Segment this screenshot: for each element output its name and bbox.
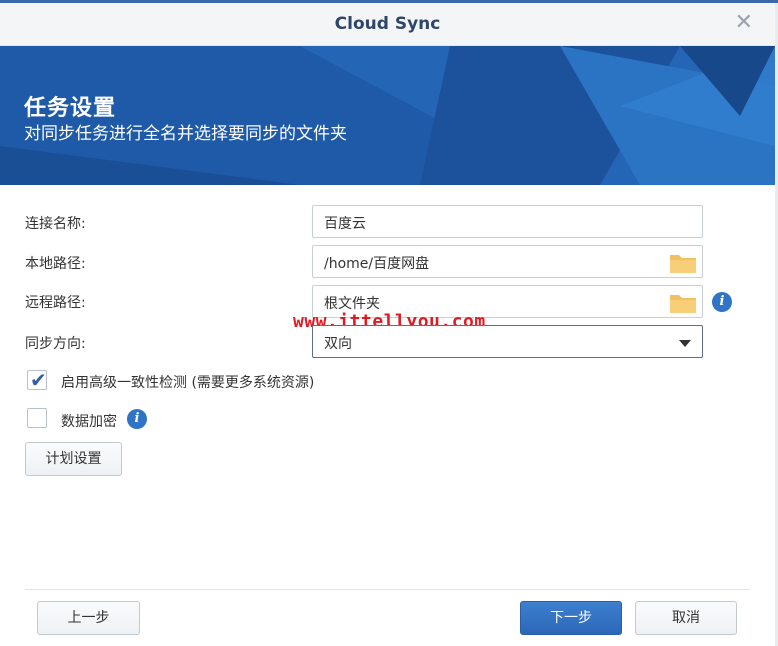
folder-icon[interactable] (669, 252, 697, 274)
window-title: Cloud Sync (334, 14, 441, 34)
connection-name-field[interactable]: 百度云 (312, 205, 703, 238)
local-path-label: 本地路径: (25, 256, 86, 272)
folder-icon[interactable] (669, 292, 697, 314)
sync-direction-select[interactable]: 双向 (312, 325, 703, 358)
encryption-info-icon[interactable]: i (127, 409, 147, 429)
data-encryption-label: 数据加密 (61, 414, 117, 430)
previous-button[interactable]: 上一步 (37, 601, 140, 635)
remote-path-label: 远程路径: (25, 295, 86, 311)
title-bar: Cloud Sync ✕ (0, 3, 775, 46)
remote-path-value: 根文件夹 (324, 296, 380, 312)
schedule-settings-button[interactable]: 计划设置 (25, 442, 122, 476)
checkmark-icon: ✔ (30, 368, 47, 392)
sync-direction-value: 双向 (324, 336, 352, 352)
local-path-value: /home/百度网盘 (324, 256, 430, 272)
banner-title: 任务设置 (24, 96, 117, 121)
connection-name-value: 百度云 (324, 216, 366, 232)
sync-direction-label: 同步方向: (25, 336, 86, 352)
close-icon[interactable]: ✕ (735, 10, 753, 36)
cancel-button[interactable]: 取消 (635, 601, 737, 635)
advanced-consistency-label: 启用高级一致性检测 (需要更多系统资源) (61, 375, 315, 391)
remote-path-info-icon[interactable]: i (712, 292, 732, 312)
chevron-down-icon (679, 340, 691, 347)
advanced-consistency-checkbox[interactable]: ✔ (27, 368, 47, 392)
banner-subtitle: 对同步任务进行全名并选择要同步的文件夹 (24, 124, 347, 144)
header-banner: 任务设置 对同步任务进行全名并选择要同步的文件夹 (0, 46, 775, 185)
footer-divider (25, 589, 750, 590)
local-path-field[interactable]: /home/百度网盘 (312, 245, 703, 278)
next-button[interactable]: 下一步 (520, 601, 622, 635)
connection-name-label: 连接名称: (25, 216, 86, 232)
banner-background-art (0, 46, 775, 185)
data-encryption-checkbox[interactable] (27, 408, 47, 428)
